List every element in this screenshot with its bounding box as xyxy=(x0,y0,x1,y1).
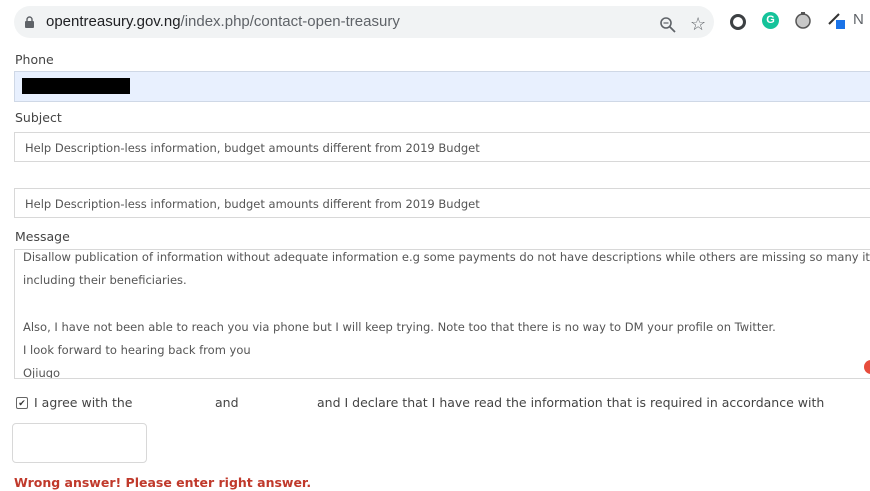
subject-confirm-input[interactable]: Help Description-less information, budge… xyxy=(14,188,870,218)
lock-icon[interactable] xyxy=(24,16,35,28)
agree-checkbox[interactable]: ✔ xyxy=(16,397,28,409)
address-bar[interactable]: opentreasury.gov.ng/index.php/contact-op… xyxy=(14,6,714,38)
url-path: /index.php/contact-open-treasury xyxy=(180,13,400,30)
message-line: Disallow publication of information with… xyxy=(23,250,870,264)
url-text[interactable]: opentreasury.gov.ng/index.php/contact-op… xyxy=(46,13,400,30)
zoom-icon[interactable] xyxy=(659,16,677,34)
subject-confirm-input-value: Help Description-less information, budge… xyxy=(25,197,480,211)
message-label: Message xyxy=(15,229,70,244)
extension-circle-icon[interactable] xyxy=(730,14,746,30)
captcha-answer-input[interactable] xyxy=(12,423,147,463)
agree-and-text: and xyxy=(215,395,239,410)
bookmark-star-icon[interactable]: ☆ xyxy=(690,14,706,34)
redacted-phone-value xyxy=(22,78,130,94)
grammarly-letter: G xyxy=(766,14,775,26)
subject-label: Subject xyxy=(15,110,62,125)
message-line: Also, I have not been able to reach you … xyxy=(23,320,776,334)
url-host: opentreasury.gov.ng xyxy=(46,13,181,30)
captcha-error-message: Wrong answer! Please enter right answer. xyxy=(14,475,312,490)
phone-input[interactable] xyxy=(14,71,870,102)
message-line: Ojiugo xyxy=(23,366,61,379)
browser-toolbar: opentreasury.gov.ng/index.php/contact-op… xyxy=(0,0,870,44)
message-line: including their beneficiaries. xyxy=(23,273,187,287)
subject-input[interactable]: Help Description-less information, budge… xyxy=(14,132,870,162)
extension-n-icon[interactable]: N xyxy=(853,11,864,28)
message-textarea[interactable]: Disallow publication of information with… xyxy=(14,249,870,379)
grammarly-icon[interactable]: G xyxy=(762,12,779,29)
agree-prefix-text: I agree with the xyxy=(34,395,133,410)
message-line: I look forward to hearing back from you xyxy=(23,343,251,357)
subject-input-value: Help Description-less information, budge… xyxy=(25,141,480,155)
timer-extension-icon[interactable] xyxy=(794,11,812,29)
phone-label: Phone xyxy=(15,52,54,67)
pen-extension-icon[interactable] xyxy=(826,10,846,30)
agree-suffix-text: and I declare that I have read the infor… xyxy=(317,395,825,410)
